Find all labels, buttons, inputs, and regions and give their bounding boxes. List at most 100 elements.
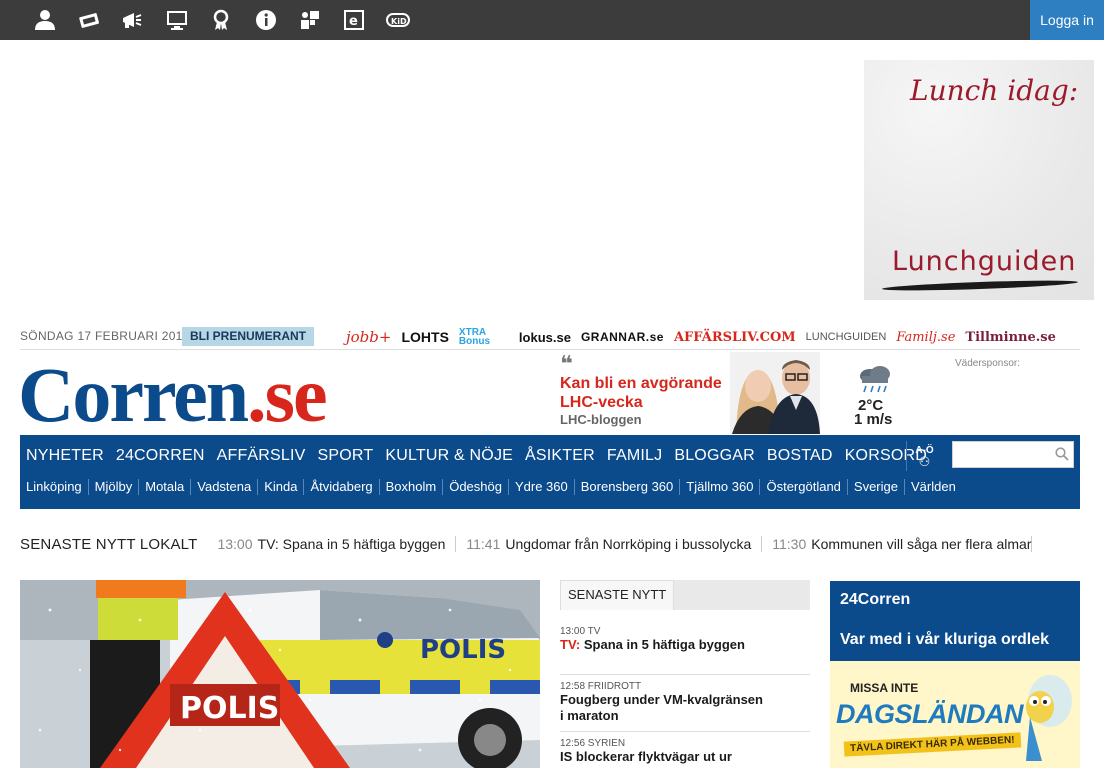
a-o-index-button[interactable]: A-Ö ⚇ [906, 441, 942, 471]
nav-item-bloggar[interactable]: BLOGGAR [674, 447, 755, 465]
subnav-item-sverige[interactable]: Sverige [848, 479, 905, 495]
subnav-item-boxholm[interactable]: Boxholm [380, 479, 444, 495]
e-paper-icon[interactable]: e [339, 6, 369, 34]
nav-item-nyheter[interactable]: NYHETER [26, 447, 104, 465]
bloggers-photo [730, 352, 820, 434]
latest-news-column: SENASTE NYTT 13:00 TV TV: Spana in 5 häf… [560, 580, 810, 768]
dagslandan-ad[interactable]: MISSA INTE DAGSLÄNDAN TÄVLA DIREKT HÄR P… [830, 661, 1080, 768]
news-meta: 13:00 TV [560, 626, 601, 637]
ticker-time: 13:00 [217, 536, 253, 552]
subnav-item-varlden[interactable]: Världen [905, 479, 962, 495]
partner-link-tillminne[interactable]: Tillminne.se [965, 330, 1055, 345]
local-menu: Linköping Mjölby Motala Vadstena Kinda Å… [20, 479, 962, 495]
partner-link-xtra-bonus[interactable]: XTRA Bonus [459, 328, 509, 347]
tab-latest-news[interactable]: SENASTE NYTT [560, 580, 675, 610]
info-icon[interactable] [251, 6, 281, 34]
ad-small-text: MISSA INTE [850, 681, 919, 695]
corren24-heading[interactable]: 24Corren [840, 591, 910, 609]
latest-local-label: SENASTE NYTT LOKALT [20, 535, 198, 553]
news-prefix: TV: [560, 637, 581, 652]
current-date: SÖNDAG 17 FEBRUARI 2019 [20, 329, 190, 343]
partner-link-jobb[interactable]: jobb+ [346, 328, 391, 346]
top-bar: e KiD Logga in [0, 0, 1104, 40]
ticker-item[interactable]: 11:30 Kommunen vill såga ner flera almar [762, 536, 1033, 552]
kids-icon[interactable]: KiD [383, 6, 413, 34]
news-title: TV: Spana in 5 häftiga byggen [560, 637, 810, 653]
monitor-icon[interactable] [162, 6, 192, 34]
nav-item-24corren[interactable]: 24CORREN [116, 447, 205, 465]
news-title-text: Spana in 5 häftiga byggen [580, 637, 745, 652]
ticker-text: Ungdomar från Norrköping i bussolycka [505, 536, 752, 552]
blog-promo[interactable]: ❝ Kan bli en avgörande LHC-vecka LHC-blo… [560, 352, 820, 434]
news-divider [560, 674, 810, 675]
subnav-item-motala[interactable]: Motala [139, 479, 192, 495]
partner-link-familj[interactable]: Familj.se [896, 330, 955, 345]
partner-link-lohts[interactable]: LOHTS [401, 329, 448, 345]
site-logo[interactable]: Corren.se [18, 351, 328, 438]
subnav-item-vadstena[interactable]: Vadstena [191, 479, 259, 495]
ticker-item[interactable]: 11:41 Ungdomar från Norrköping i bussoly… [456, 536, 763, 552]
news-divider [560, 731, 810, 732]
nav-item-kultur-noje[interactable]: KULTUR & NÖJE [385, 447, 513, 465]
person-icon[interactable] [30, 6, 60, 34]
search-icon[interactable] [1055, 447, 1069, 461]
news-item[interactable]: 13:00 TV TV: Spana in 5 häftiga byggen [560, 626, 810, 653]
section-menu: NYHETER 24CORREN AFFÄRSLIV SPORT KULTUR … [26, 447, 927, 465]
lunch-ad-brand: Lunchguiden [892, 246, 1077, 277]
subnav-item-linkoping[interactable]: Linköping [20, 479, 89, 495]
nav-item-bostad[interactable]: BOSTAD [767, 447, 833, 465]
ticker-text: Kommunen vill såga ner flera almar [811, 536, 1032, 552]
weather-widget[interactable]: 2°C 1 m/s [850, 364, 900, 428]
subnav-item-atvidaberg[interactable]: Åtvidaberg [304, 479, 380, 495]
nav-item-affarsliv[interactable]: AFFÄRSLIV [217, 447, 306, 465]
latest-news-tabbar: SENASTE NYTT [560, 580, 810, 610]
subscribe-button[interactable]: BLI PRENUMERANT [182, 327, 314, 346]
lunchguiden-ad[interactable]: Lunch idag: Lunchguiden [864, 60, 1094, 300]
subnav-item-borensberg-360[interactable]: Borensberg 360 [575, 479, 681, 495]
subnav-item-kinda[interactable]: Kinda [258, 479, 305, 495]
nav-item-familj[interactable]: FAMILJ [607, 447, 662, 465]
corren24-box[interactable]: 24Corren Var med i vår kluriga ordlek MI… [830, 581, 1080, 768]
partner-link-lunchguiden[interactable]: LUNCHGUIDEN [806, 331, 887, 343]
promo-source: LHC-bloggen [560, 412, 642, 427]
wind-speed: 1 m/s [854, 411, 893, 428]
subnav-item-ostergotland[interactable]: Östergötland [760, 479, 848, 495]
news-item[interactable]: 12:56 SYRIEN IS blockerar flyktvägar ut … [560, 738, 810, 765]
subnav-item-odeshog[interactable]: Ödeshög [443, 479, 509, 495]
partner-link-affarsliv[interactable]: AFFÄRSLIV.COM [674, 330, 796, 345]
award-icon[interactable] [206, 6, 236, 34]
ticker-time: 11:30 [772, 536, 807, 552]
promo-headline: Kan bli en avgörande LHC-vecka [560, 375, 722, 411]
subnav-item-ydre-360[interactable]: Ydre 360 [509, 479, 575, 495]
people-icon: ⚇ [918, 454, 931, 469]
puzzle-icon[interactable] [295, 6, 325, 34]
hero-news-image[interactable]: POLIS POLIS [20, 580, 540, 768]
ticket-icon[interactable] [74, 6, 104, 34]
nav-item-asikter[interactable]: ÅSIKTER [525, 447, 595, 465]
ticker-time: 11:41 [466, 536, 501, 552]
login-button[interactable]: Logga in [1030, 0, 1104, 40]
ticker-item[interactable]: 13:00 TV: Spana in 5 häftiga byggen [207, 536, 457, 552]
news-title: Fougberg under VM-kvalgränsen i maraton [560, 692, 763, 723]
partner-links: jobb+ LOHTS XTRA Bonus lokus.se GRANNAR.… [346, 326, 1056, 348]
partner-link-grannar[interactable]: GRANNAR.se [581, 330, 664, 344]
logo-suffix: .se [247, 351, 327, 438]
logo-name: Corren [18, 351, 249, 438]
rain-cloud-icon [860, 366, 890, 393]
brush-stroke [881, 278, 1079, 293]
corren24-subheading[interactable]: Var med i vår kluriga ordlek [840, 631, 1049, 649]
nav-item-sport[interactable]: SPORT [318, 447, 374, 465]
subnav-item-mjolby[interactable]: Mjölby [89, 479, 140, 495]
weather-sponsor-label: Vädersponsor: [955, 358, 1021, 369]
news-title: IS blockerar flyktvägar ut ur [560, 749, 732, 764]
search-input[interactable] [952, 441, 1074, 468]
news-meta: 12:56 SYRIEN [560, 738, 626, 749]
megaphone-icon[interactable] [117, 6, 147, 34]
partner-link-lokus[interactable]: lokus.se [519, 330, 571, 345]
latest-local-ticker: SENASTE NYTT LOKALT 13:00 TV: Spana in 5… [20, 534, 1033, 554]
news-item[interactable]: 12:58 FRIIDROTT Fougberg under VM-kvalgr… [560, 681, 810, 724]
sign-polis-text: POLIS [180, 691, 279, 726]
svg-text:KiD: KiD [391, 17, 407, 26]
date-row: SÖNDAG 17 FEBRUARI 2019 BLI PRENUMERANT … [20, 326, 1080, 350]
subnav-item-tjallmo-360[interactable]: Tjällmo 360 [680, 479, 761, 495]
